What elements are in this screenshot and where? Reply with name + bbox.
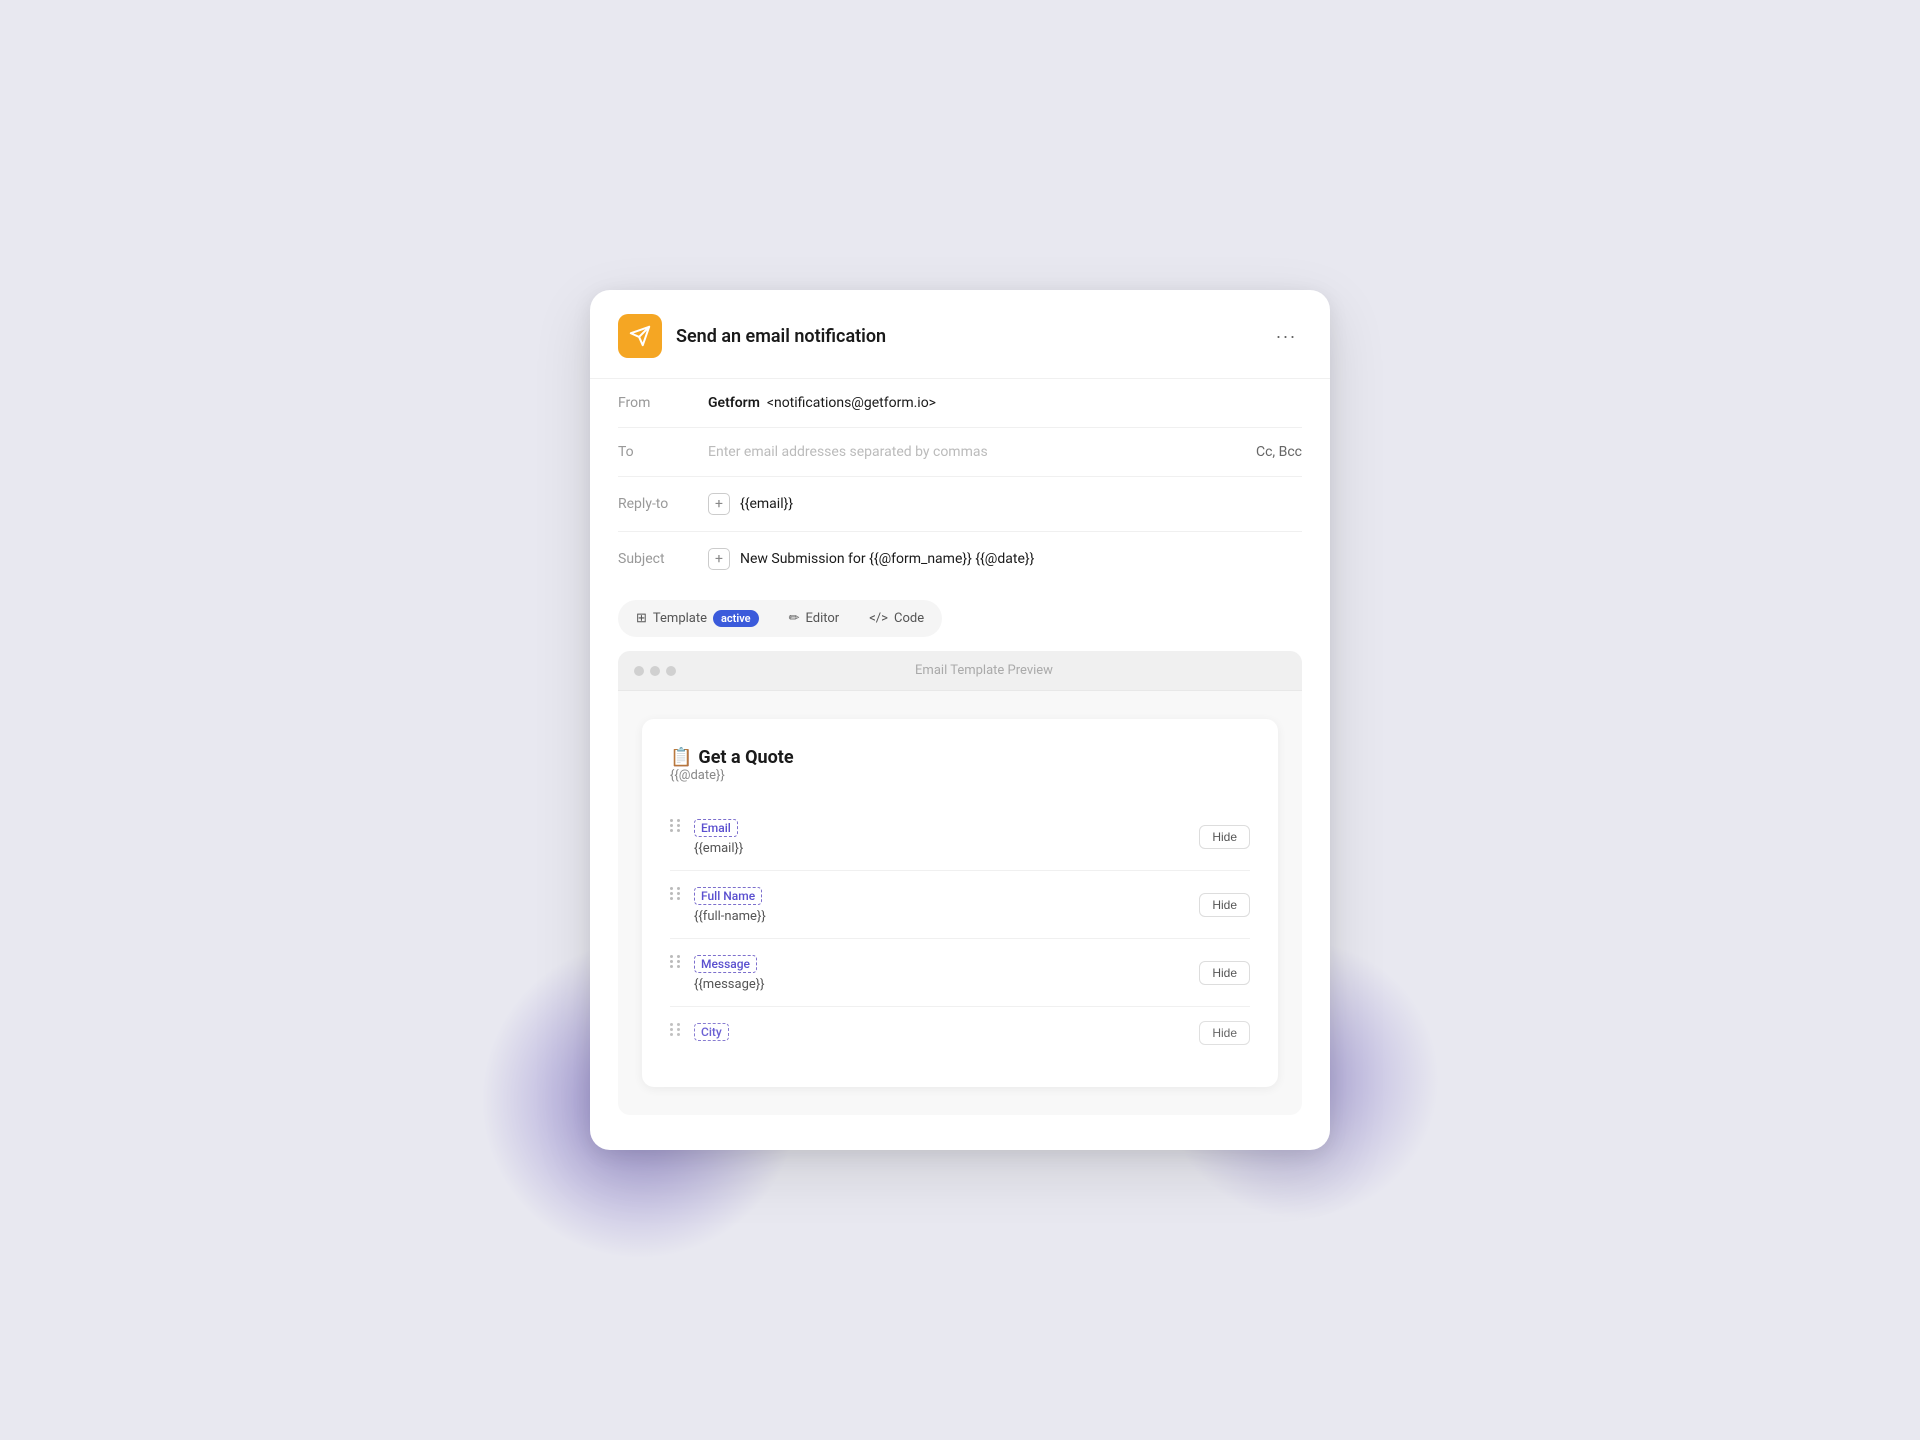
template-field-email: Email {{email}} Hide [670,803,1250,871]
preview-body: 📋 Get a Quote {{@date}} [618,691,1302,1115]
more-options-button[interactable]: ··· [1270,320,1302,352]
field-tag-fullname: Full Name [694,887,762,905]
tab-template[interactable]: ⊞ Template active [622,604,773,633]
tab-editor[interactable]: ✏ Editor [775,605,854,632]
preview-title: Email Template Preview [682,663,1286,678]
email-form-title: 📋 Get a Quote [670,747,1250,768]
plus-icon: + [715,496,723,512]
preview-dot-2 [650,666,660,676]
email-card: 📋 Get a Quote {{@date}} [642,719,1278,1087]
sender-name: Getform [708,395,760,411]
email-card-header: 📋 Get a Quote {{@date}} [670,747,1250,783]
field-info-city: City [694,1021,1187,1045]
app-icon [618,314,662,358]
reply-to-value: {{email}} [740,496,793,512]
form-fields: From Getform <notifications@getform.io> … [590,379,1330,586]
active-badge: active [713,610,759,627]
hide-button-email[interactable]: Hide [1199,825,1250,849]
drag-dots [670,887,682,900]
tab-template-label: Template [653,611,707,626]
template-field-city: City Hide [670,1007,1250,1059]
reply-to-label: Reply-to [618,496,698,512]
tabs-row: ⊞ Template active ✏ Editor </> Code [618,600,942,637]
form-title-text: Get a Quote [698,747,793,768]
plus-icon: + [715,551,723,567]
tab-code-label: Code [894,611,924,626]
field-var-fullname: {{full-name}} [694,909,1187,924]
template-field-message: Message {{message}} Hide [670,939,1250,1007]
ellipsis-icon: ··· [1276,326,1297,347]
reply-to-add-button[interactable]: + [708,493,730,515]
drag-handle-email[interactable] [670,817,682,832]
preview-header: Email Template Preview [618,651,1302,691]
form-emoji: 📋 [670,747,692,768]
drag-handle-city[interactable] [670,1021,682,1036]
email-notification-modal: Send an email notification ··· From Getf… [590,290,1330,1150]
hide-button-message[interactable]: Hide [1199,961,1250,985]
drag-dots [670,819,682,832]
field-tag-message: Message [694,955,757,973]
to-row: To Enter email addresses separated by co… [618,428,1302,477]
preview-container: Email Template Preview 📋 Get a Quote {{@… [618,651,1302,1115]
field-tag-city: City [694,1023,729,1041]
to-input[interactable]: Enter email addresses separated by comma… [708,444,1246,460]
field-info-fullname: Full Name {{full-name}} [694,885,1187,924]
header-left: Send an email notification [618,314,886,358]
drag-handle-message[interactable] [670,953,682,968]
modal-title: Send an email notification [676,326,886,347]
field-tag-email: Email [694,819,738,837]
hide-button-fullname[interactable]: Hide [1199,893,1250,917]
subject-value: New Submission for {{@form_name}} {{@dat… [740,551,1034,567]
subject-label: Subject [618,551,698,567]
tab-editor-label: Editor [805,611,839,626]
code-icon: </> [869,611,888,626]
field-var-email: {{email}} [694,841,1187,856]
email-form-date: {{@date}} [670,768,1250,783]
drag-dots [670,955,682,968]
field-var-message: {{message}} [694,977,1187,992]
cc-bcc-button[interactable]: Cc, Bcc [1256,444,1302,460]
field-info-email: Email {{email}} [694,817,1187,856]
pencil-icon: ✏ [789,611,800,626]
subject-row: Subject + New Submission for {{@form_nam… [618,532,1302,586]
to-label: To [618,444,698,460]
from-label: From [618,395,698,411]
drag-handle-fullname[interactable] [670,885,682,900]
from-value: Getform <notifications@getform.io> [708,395,1302,411]
tab-code[interactable]: </> Code [855,605,938,632]
field-info-message: Message {{message}} [694,953,1187,992]
drag-dots [670,1023,682,1036]
subject-add-button[interactable]: + [708,548,730,570]
reply-to-row: Reply-to + {{email}} [618,477,1302,532]
hide-button-city[interactable]: Hide [1199,1021,1250,1045]
modal-header: Send an email notification ··· [590,290,1330,379]
preview-dot-1 [634,666,644,676]
tabs-container: ⊞ Template active ✏ Editor </> Code [590,586,1330,651]
from-row: From Getform <notifications@getform.io> [618,379,1302,428]
send-email-icon [629,325,651,347]
grid-icon: ⊞ [636,611,647,626]
template-field-fullname: Full Name {{full-name}} Hide [670,871,1250,939]
preview-dot-3 [666,666,676,676]
sender-email: <notifications@getform.io> [767,395,936,411]
